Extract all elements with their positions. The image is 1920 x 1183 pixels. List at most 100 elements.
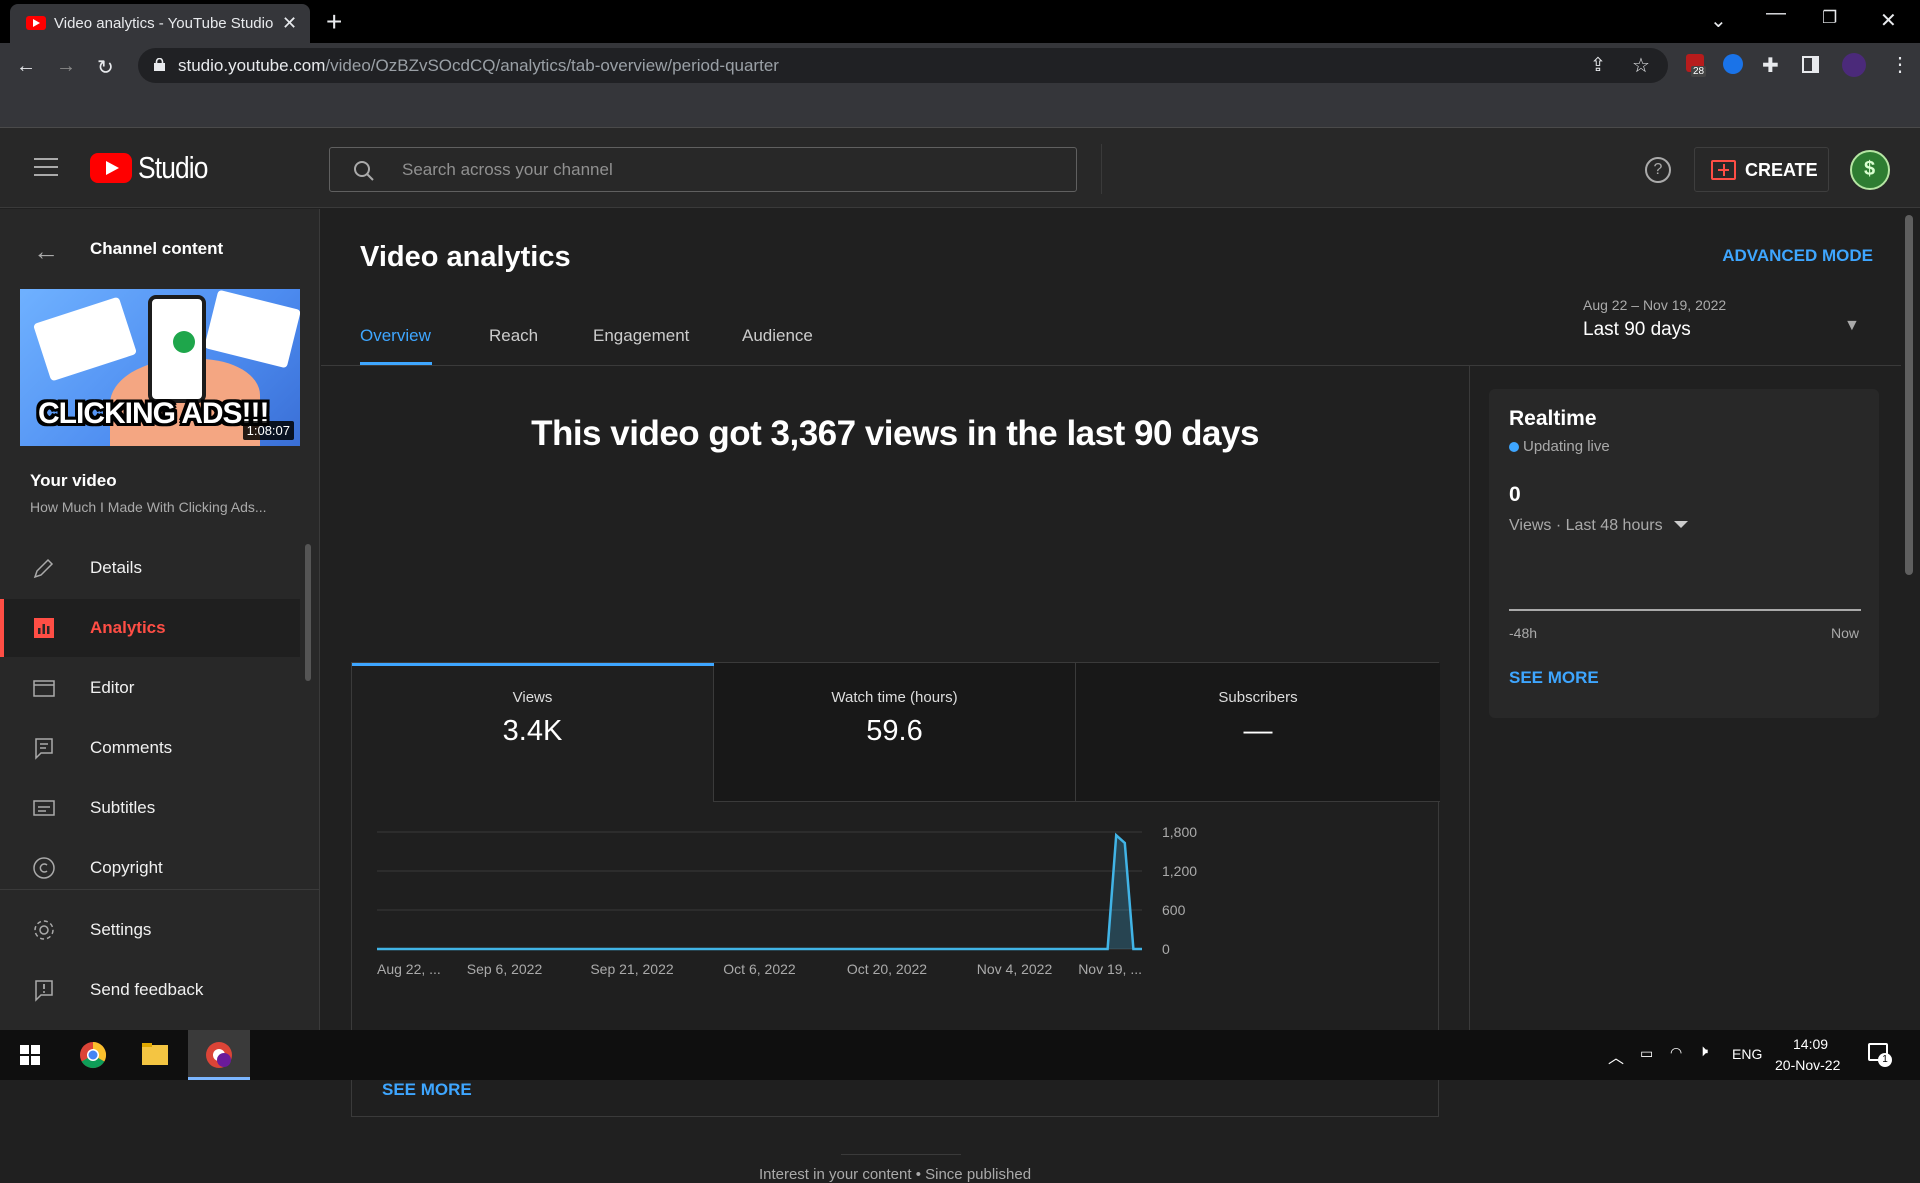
browser-menu-icon[interactable]: ⋮ bbox=[1890, 52, 1910, 77]
clock-time[interactable]: 14:09 bbox=[1793, 1036, 1828, 1052]
extensions-puzzle-icon[interactable]: ✚ bbox=[1762, 53, 1779, 78]
sidebar-item-label: Send feedback bbox=[90, 980, 204, 999]
battery-icon[interactable]: ▭ bbox=[1640, 1045, 1653, 1062]
notifications-icon[interactable]: 1 bbox=[1868, 1043, 1892, 1067]
date-range-selector[interactable]: Last 90 days bbox=[1583, 319, 1691, 341]
windows-taskbar: ︿ ▭ ◠ 🕨 ENG 14:09 20-Nov-22 1 bbox=[0, 1030, 1920, 1080]
reload-icon[interactable]: ↻ bbox=[97, 55, 114, 80]
thumbnail-card-right bbox=[204, 289, 300, 369]
tab-audience[interactable]: Audience bbox=[742, 326, 813, 346]
thumbnail-card-left bbox=[32, 296, 138, 382]
create-button[interactable]: CREATE bbox=[1694, 147, 1829, 192]
taskbar-file-explorer[interactable] bbox=[124, 1030, 186, 1080]
sidebar-item-label: Details bbox=[90, 558, 142, 577]
overview-panel: This video got 3,367 views in the last 9… bbox=[321, 366, 1469, 1183]
sidebar-item-comments[interactable]: Comments bbox=[0, 719, 300, 777]
wifi-icon[interactable]: ◠ bbox=[1670, 1044, 1682, 1061]
browser-tab-bar: Video analytics - YouTube Studio ✕ + ⌄ —… bbox=[0, 0, 1920, 43]
realtime-title: Realtime bbox=[1509, 407, 1597, 430]
url-text: studio.youtube.com/video/OzBZvSOcdCQ/ana… bbox=[178, 56, 779, 75]
x-tick-label: Oct 20, 2022 bbox=[847, 961, 927, 977]
restore-button[interactable]: ❐ bbox=[1822, 8, 1837, 28]
browser-tab[interactable]: Video analytics - YouTube Studio ✕ bbox=[10, 4, 310, 43]
profile-avatar[interactable] bbox=[1842, 53, 1866, 77]
sidebar-scrollbar[interactable] bbox=[305, 544, 311, 681]
chart-series bbox=[377, 832, 1142, 951]
create-label: CREATE bbox=[1745, 160, 1818, 180]
sidebar-item-analytics[interactable]: Analytics bbox=[0, 599, 300, 657]
x-tick-label: Nov 4, 2022 bbox=[977, 961, 1053, 977]
metric-tab-views[interactable]: Views 3.4K bbox=[352, 663, 714, 802]
youtube-favicon-icon bbox=[26, 16, 46, 30]
browser-toolbar: ← → ↻ studio.youtube.com/video/OzBZvSOcd… bbox=[0, 43, 1920, 88]
search-placeholder: Search across your channel bbox=[402, 160, 613, 179]
volume-icon[interactable]: 🕨 bbox=[1698, 1043, 1708, 1061]
menu-icon[interactable] bbox=[34, 158, 58, 176]
tab-search-icon[interactable]: ⌄ bbox=[1710, 8, 1727, 33]
x-tick-label: Nov 19, ... bbox=[1078, 961, 1142, 977]
channel-content-link[interactable]: Channel content bbox=[90, 239, 223, 259]
clock-date[interactable]: 20-Nov-22 bbox=[1775, 1057, 1840, 1073]
realtime-metric-selector[interactable]: Views · Last 48 hours bbox=[1509, 517, 1663, 535]
check-icon bbox=[173, 331, 195, 353]
folder-icon bbox=[142, 1043, 168, 1065]
video-thumbnail[interactable]: CLICKING ADS!!! 1:08:07 bbox=[20, 289, 300, 446]
y-tick-label: 1,800 bbox=[1162, 824, 1197, 840]
tab-engagement[interactable]: Engagement bbox=[593, 326, 689, 346]
back-arrow-icon[interactable]: ← bbox=[33, 236, 59, 267]
search-input[interactable]: Search across your channel bbox=[329, 147, 1077, 192]
tab-reach[interactable]: Reach bbox=[489, 326, 538, 346]
metric-value: 59.6 bbox=[866, 715, 923, 747]
feedback-icon bbox=[35, 980, 53, 1002]
sidebar-item-settings[interactable]: Settings bbox=[0, 901, 300, 959]
channel-avatar[interactable] bbox=[1850, 150, 1890, 190]
realtime-see-more-button[interactable]: SEE MORE bbox=[1509, 668, 1599, 688]
search-icon bbox=[354, 161, 374, 181]
chart-y-ticks: 1,800 1,200 600 0 bbox=[1162, 824, 1197, 957]
youtube-logo-icon[interactable] bbox=[90, 153, 132, 183]
sidebar-item-subtitles[interactable]: Subtitles bbox=[0, 779, 300, 837]
sidebar-item-label: Settings bbox=[90, 920, 152, 939]
sidebar-item-send-feedback[interactable]: Send feedback bbox=[0, 961, 300, 1019]
help-icon[interactable]: ? bbox=[1645, 157, 1671, 183]
sidebar-item-editor[interactable]: Editor bbox=[0, 659, 300, 717]
see-more-button[interactable]: SEE MORE bbox=[382, 1080, 472, 1100]
tab-title: Video analytics - YouTube Studio bbox=[54, 15, 274, 32]
studio-logo-text[interactable]: Studio bbox=[138, 150, 208, 186]
forward-icon[interactable]: → bbox=[56, 55, 76, 78]
caret-down-icon[interactable] bbox=[1674, 521, 1688, 528]
tab-close-icon[interactable]: ✕ bbox=[282, 13, 297, 34]
side-panel-icon[interactable] bbox=[1802, 56, 1819, 73]
windows-start-icon[interactable] bbox=[20, 1045, 40, 1065]
views-headline: This video got 3,367 views in the last 9… bbox=[531, 414, 1259, 453]
realtime-axis-start: -48h bbox=[1509, 625, 1538, 641]
new-tab-button[interactable]: + bbox=[326, 6, 342, 38]
advanced-mode-button[interactable]: ADVANCED MODE bbox=[1722, 246, 1873, 266]
sidebar-divider bbox=[0, 889, 319, 890]
sidebar-item-details[interactable]: Details bbox=[0, 539, 300, 597]
minimize-button[interactable]: — bbox=[1766, 2, 1786, 25]
sidebar-item-label: Copyright bbox=[90, 858, 163, 877]
share-icon[interactable]: ⇪ bbox=[1590, 54, 1606, 77]
media-extension-icon[interactable] bbox=[1723, 54, 1743, 74]
extension-badge: 28 bbox=[1691, 66, 1707, 77]
y-tick-label: 0 bbox=[1162, 941, 1170, 957]
metric-tab-watch-time[interactable]: Watch time (hours) 59.6 bbox=[714, 663, 1076, 802]
address-bar[interactable]: studio.youtube.com/video/OzBZvSOcdCQ/ana… bbox=[138, 48, 1668, 83]
ublock-extension-icon[interactable]: 28 bbox=[1686, 54, 1707, 77]
taskbar-chrome-profile[interactable] bbox=[188, 1030, 250, 1080]
tray-chevron-icon[interactable]: ︿ bbox=[1608, 1044, 1624, 1068]
x-tick-label: Oct 6, 2022 bbox=[723, 961, 796, 977]
date-range-text[interactable]: Aug 22 – Nov 19, 2022 bbox=[1583, 297, 1726, 313]
bookmark-star-icon[interactable]: ☆ bbox=[1632, 53, 1650, 78]
close-window-button[interactable]: ✕ bbox=[1880, 8, 1897, 33]
back-icon[interactable]: ← bbox=[16, 55, 36, 78]
metric-tab-subscribers[interactable]: Subscribers — bbox=[1076, 663, 1440, 802]
page-scrollbar[interactable] bbox=[1905, 215, 1913, 575]
language-indicator[interactable]: ENG bbox=[1732, 1046, 1762, 1062]
tab-overview[interactable]: Overview bbox=[360, 326, 431, 346]
page-title: Video analytics bbox=[360, 241, 571, 273]
taskbar-chrome[interactable] bbox=[62, 1030, 124, 1080]
series-line[interactable] bbox=[377, 832, 1142, 951]
dropdown-arrow-icon[interactable]: ▼ bbox=[1844, 317, 1860, 335]
